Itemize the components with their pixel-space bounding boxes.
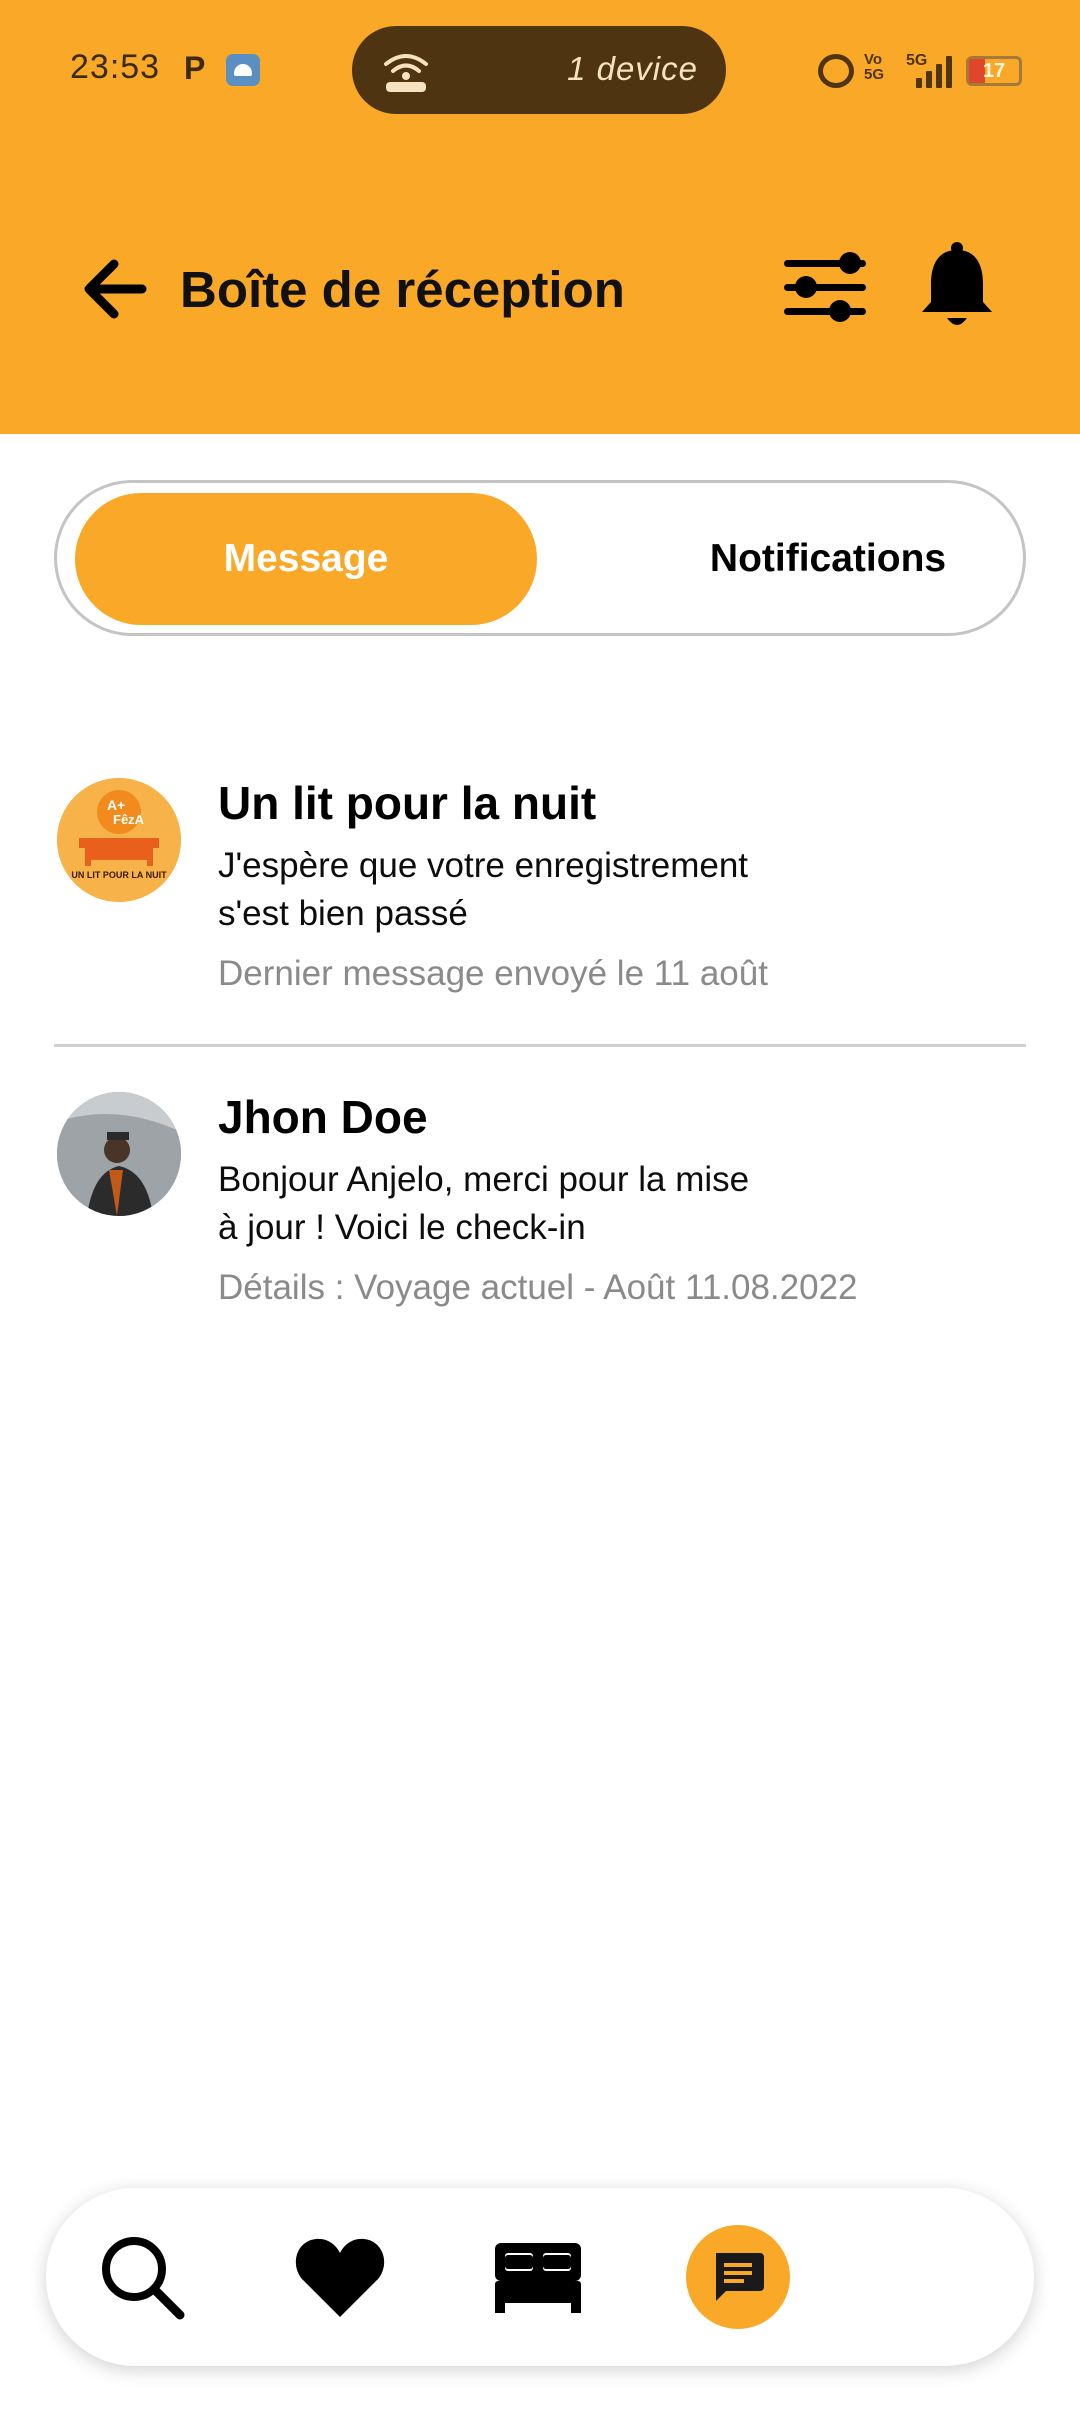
conversation-meta: Dernier message envoyé le 11 août xyxy=(218,954,768,993)
hotspot-icon xyxy=(384,54,428,92)
android-icon xyxy=(226,54,260,86)
tab-notifications[interactable]: Notifications xyxy=(597,493,1059,625)
signal-icon xyxy=(916,56,954,88)
conversation-name: Un lit pour la nuit xyxy=(218,777,597,829)
filter-sliders-icon xyxy=(784,252,866,322)
nav-search[interactable] xyxy=(82,2188,202,2366)
hotspot-pill[interactable]: 1 device xyxy=(352,26,726,114)
person-photo-icon xyxy=(57,1092,181,1216)
parking-app-icon: P xyxy=(184,50,206,86)
battery-text: 17 xyxy=(982,60,1006,82)
list-divider xyxy=(54,1044,1026,1047)
conversation-item[interactable]: Jhon Doe Bonjour Anjelo, merci pour la m… xyxy=(54,1084,1026,1324)
conversation-meta: Détails : Voyage actuel - Août 11.08.202… xyxy=(218,1268,858,1307)
conversation-preview: Bonjour Anjelo, merci pour la mise à jou… xyxy=(218,1160,750,1247)
active-nav-indicator xyxy=(686,2225,790,2329)
chat-icon xyxy=(716,2253,764,2301)
bell-icon xyxy=(922,242,992,325)
avatar: A+ FêzA UN LIT POUR LA NUIT xyxy=(57,778,181,902)
nav-favorites[interactable] xyxy=(280,2188,400,2366)
filter-button[interactable] xyxy=(780,246,870,330)
nav-bookings[interactable] xyxy=(478,2188,598,2366)
status-time: 23:53 xyxy=(70,48,161,86)
conversation-preview: J'espère que votre enregistrement s'est … xyxy=(218,846,749,933)
volte-bottom: 5G xyxy=(864,66,885,83)
volte-icon: Vo 5G xyxy=(864,52,888,88)
logo-line1: A+ xyxy=(107,797,125,813)
nav-messages[interactable] xyxy=(678,2188,798,2366)
hotspot-text: 1 device xyxy=(567,50,698,87)
notifications-button[interactable] xyxy=(918,240,996,332)
bottom-navigation xyxy=(46,2188,1034,2366)
back-arrow-icon xyxy=(84,259,147,319)
tab-message[interactable]: Message xyxy=(75,493,537,625)
inbox-tabs: Message Notifications xyxy=(54,480,1026,636)
logo-line2: FêzA xyxy=(113,812,145,827)
logo-caption: UN LIT POUR LA NUIT xyxy=(71,870,167,880)
search-icon xyxy=(102,2237,185,2320)
conversation-item[interactable]: A+ FêzA UN LIT POUR LA NUIT Un lit pour … xyxy=(54,770,1026,1010)
volte-top: Vo xyxy=(864,51,883,68)
conversation-name: Jhon Doe xyxy=(218,1091,428,1143)
heart-icon xyxy=(295,2238,385,2317)
battery-icon: 17 xyxy=(966,56,1022,86)
alarm-icon xyxy=(818,54,854,88)
avatar xyxy=(57,1092,181,1216)
page-title: Boîte de réception xyxy=(180,261,625,318)
back-button[interactable] xyxy=(78,252,152,326)
bed-icon xyxy=(495,2243,581,2313)
status-bar: 23:53 P 1 device Vo 5G 5G 17 xyxy=(0,0,1080,140)
un-lit-pour-la-nuit-logo: A+ FêzA UN LIT POUR LA NUIT xyxy=(57,778,181,902)
